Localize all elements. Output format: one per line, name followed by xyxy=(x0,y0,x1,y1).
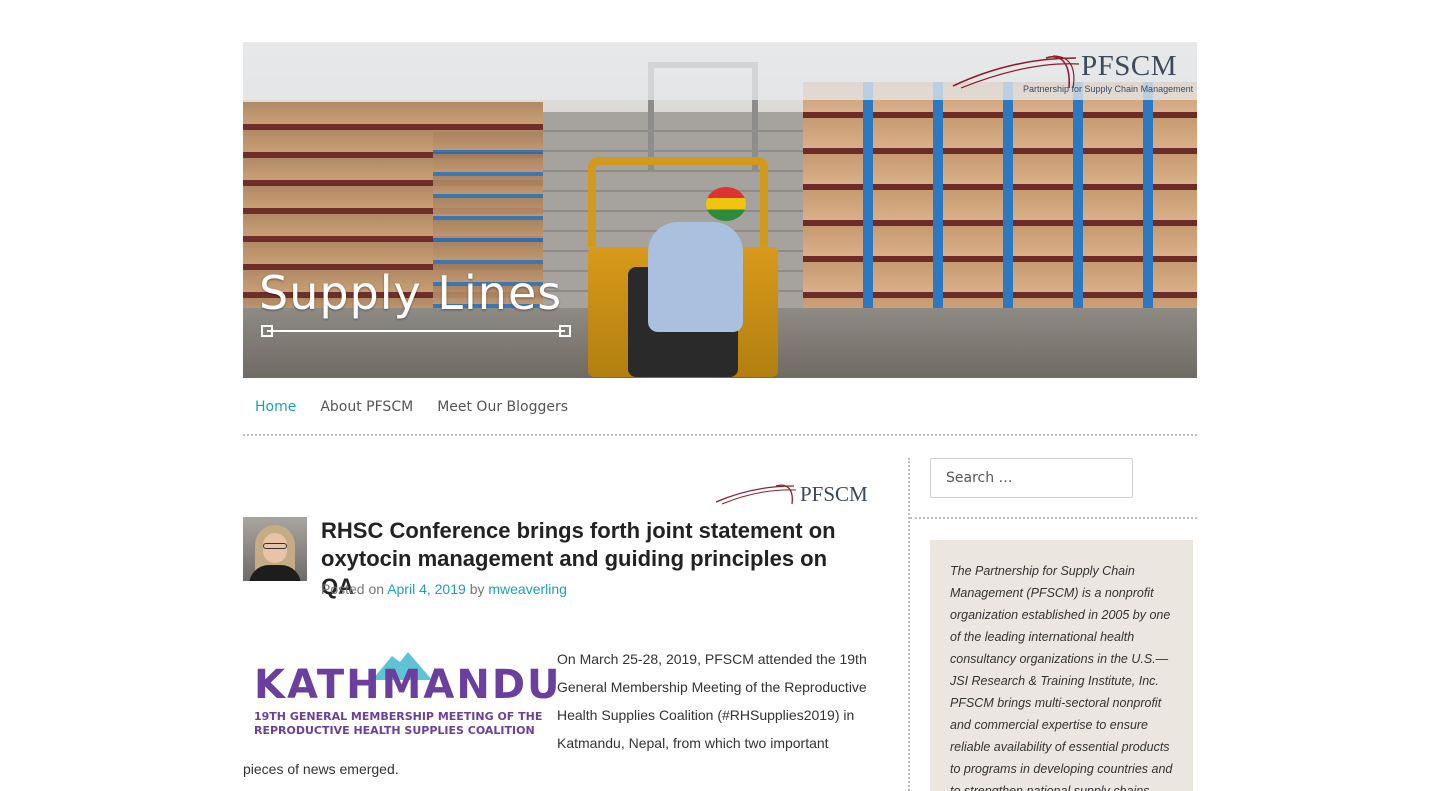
banner-forklift xyxy=(588,157,788,377)
post-body-text-tail: pieces of news emerged. xyxy=(243,761,399,777)
title-underline xyxy=(267,330,565,332)
nav-item-home[interactable]: Home xyxy=(243,392,308,422)
kathmandu-subtitle: 19TH GENERAL MEMBERSHIP MEETING OF THE R… xyxy=(254,710,542,738)
header-banner[interactable]: PFSCM Partnership for Supply Chain Manag… xyxy=(243,42,1197,378)
pfscm-logo-subtitle: Partnership for Supply Chain Management xyxy=(1023,84,1194,94)
sidebar-separator xyxy=(910,517,1197,519)
sidebar-divider xyxy=(908,458,910,791)
author-avatar[interactable] xyxy=(243,517,307,581)
post-author-link[interactable]: mweaverling xyxy=(488,581,567,597)
nav-item-meet-our-bloggers[interactable]: Meet Our Bloggers xyxy=(425,392,580,422)
main-nav: Home About PFSCM Meet Our Bloggers xyxy=(243,392,1197,436)
about-text: The Partnership for Supply Chain Managem… xyxy=(950,564,1173,791)
kathmandu-wordmark: KATHMANDU xyxy=(254,662,562,708)
post-meta-by: by xyxy=(469,581,485,597)
about-widget: The Partnership for Supply Chain Managem… xyxy=(930,540,1193,791)
post-date-link[interactable]: April 4, 2019 xyxy=(387,581,466,597)
kathmandu-subtitle-line1: 19TH GENERAL MEMBERSHIP MEETING OF THE xyxy=(254,710,543,723)
post-meta-prefix: Posted on xyxy=(321,581,385,597)
nav-item-about-pfscm[interactable]: About PFSCM xyxy=(308,392,425,422)
title-underline-handle-left xyxy=(261,325,273,337)
site-title[interactable]: Supply Lines xyxy=(259,266,562,320)
search-input[interactable] xyxy=(930,458,1133,498)
kathmandu-logo-image: KATHMANDU 19TH GENERAL MEMBERSHIP MEETIN… xyxy=(254,648,560,740)
post-meta: Posted on April 4, 2019 by mweaverling xyxy=(321,581,567,597)
kathmandu-subtitle-line2: REPRODUCTIVE HEALTH SUPPLIES COALITION xyxy=(254,724,535,737)
post-body-text: On March 25-28, 2019, PFSCM attended the… xyxy=(557,651,867,751)
post-pfscm-logo-text: PFSCM xyxy=(800,482,868,506)
title-underline-handle-right xyxy=(559,325,571,337)
pfscm-logo-text: PFSCM xyxy=(1081,50,1178,82)
